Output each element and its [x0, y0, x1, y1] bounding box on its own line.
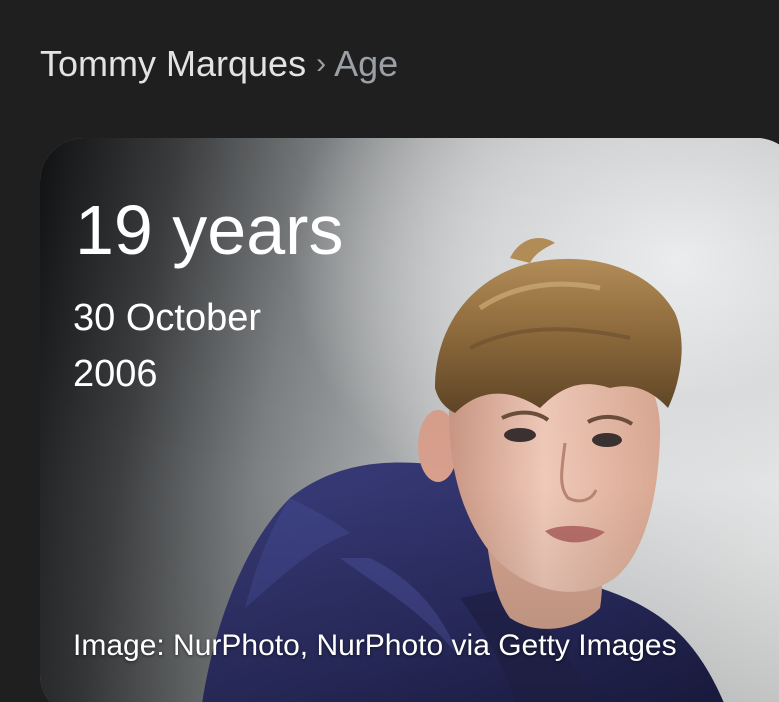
birth-date: 30 October 2006 [73, 297, 261, 395]
breadcrumb-attribute: Age [334, 43, 399, 84]
image-credit: Image: NurPhoto, NurPhoto via Getty Imag… [73, 629, 677, 662]
breadcrumb-entity-link[interactable]: Tommy Marques [40, 42, 306, 86]
knowledge-panel-page: Tommy Marques › Age 19 years 30 October … [0, 0, 779, 702]
age-value: 19 years [75, 191, 344, 269]
breadcrumb-separator-icon: › [316, 47, 327, 80]
breadcrumb: Tommy Marques › Age [40, 42, 398, 86]
age-answer-card[interactable]: 19 years 30 October 2006 Image: NurPhoto… [40, 138, 779, 702]
